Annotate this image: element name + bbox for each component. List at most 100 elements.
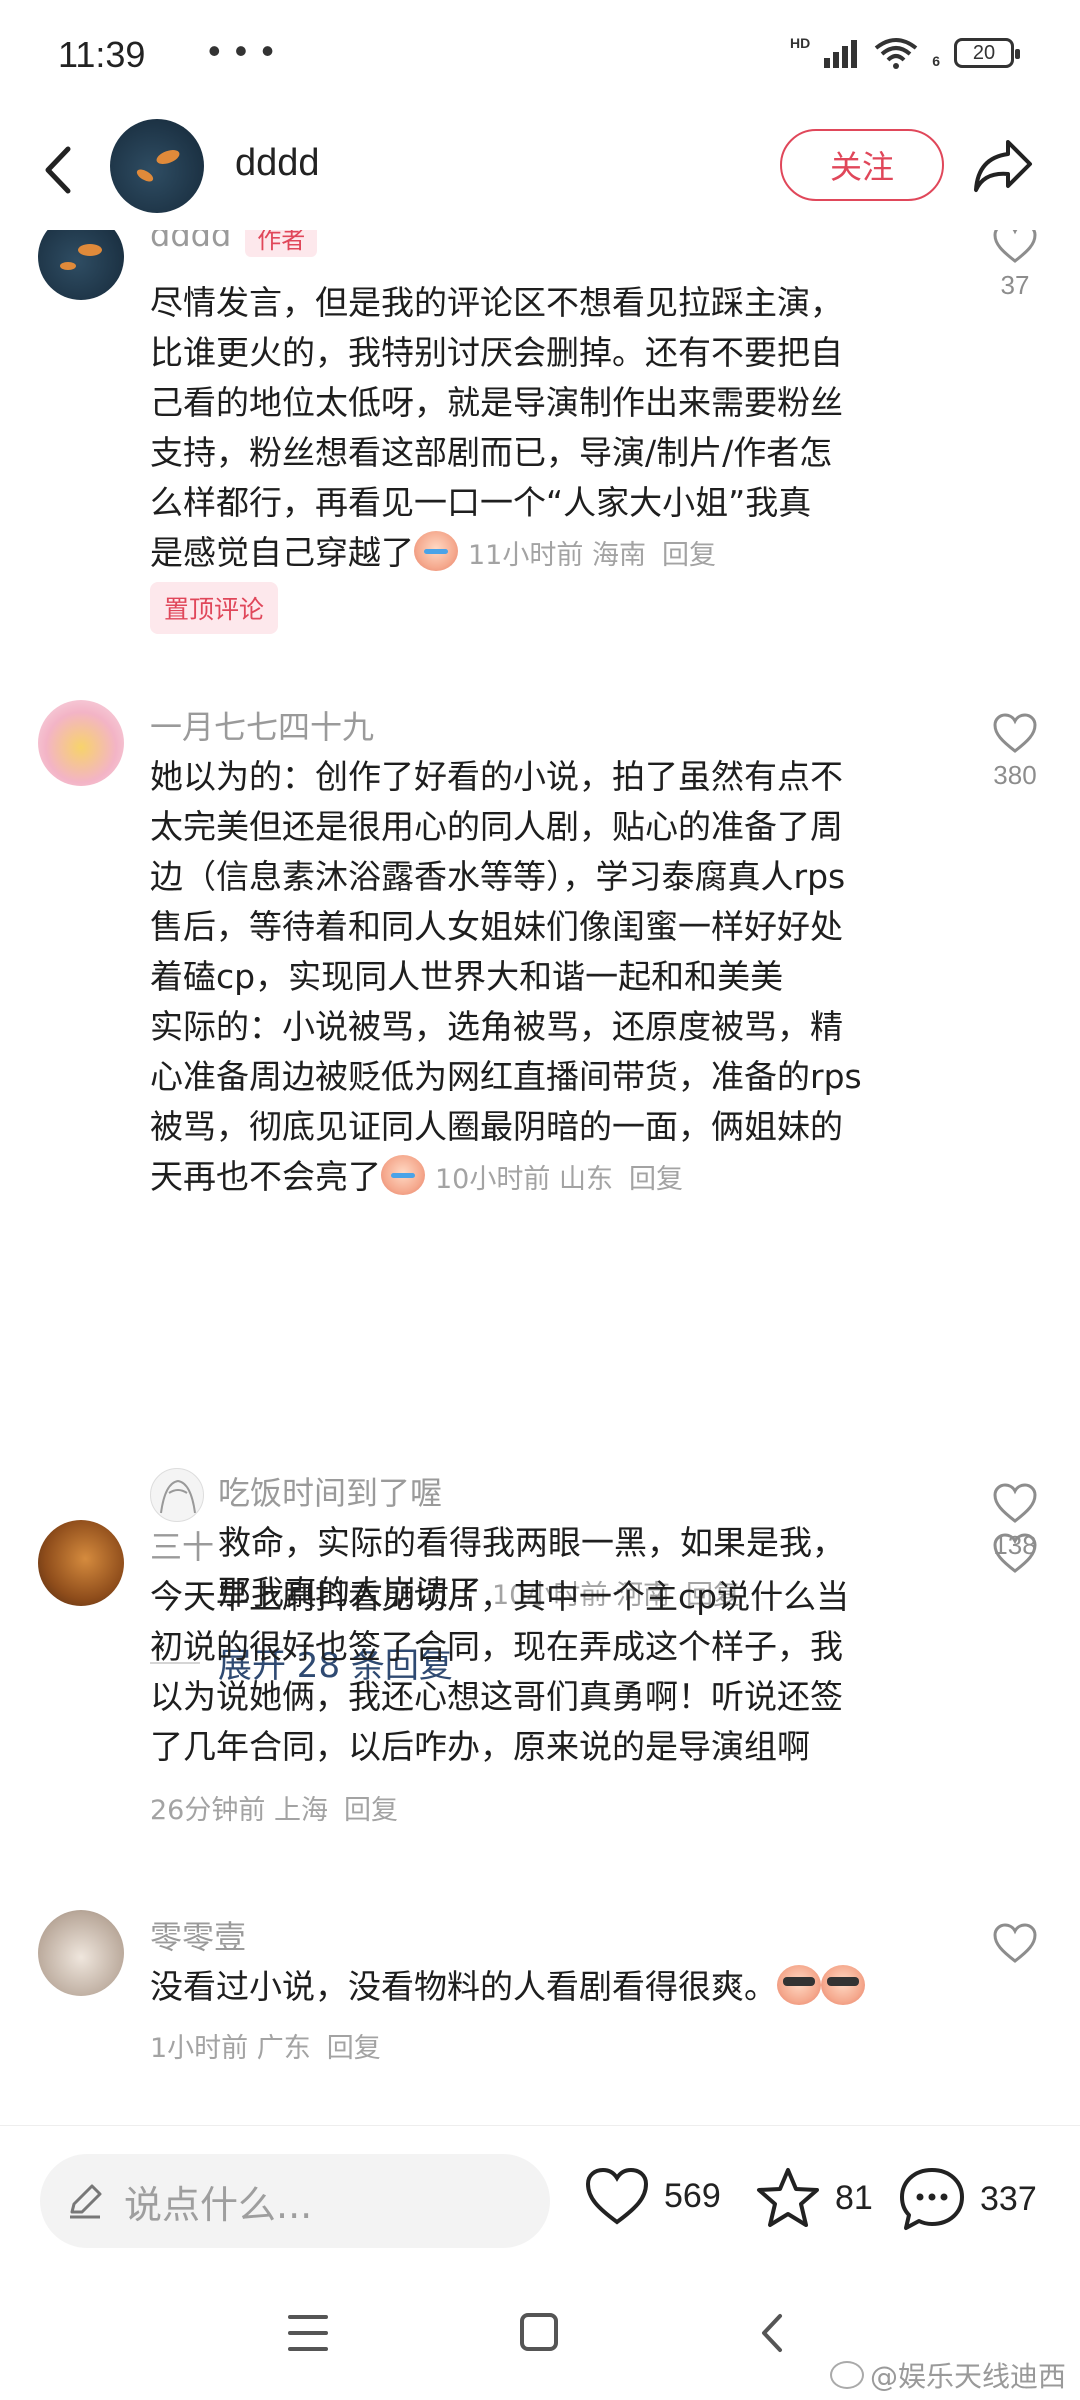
comment-line: 她以为的：创作了好看的小说，拍了虽然有点不 — [150, 757, 843, 796]
comment-list[interactable]: dddd 作者 尽情发言，但是我的评论区不想看见拉踩主演， 比谁更火的，我特别讨厌… — [0, 230, 1080, 2125]
watermark-text: @娱乐天线迪西 — [869, 2360, 1066, 2393]
comment-line: 么样都行，再看见一口一个“人家大小姐”我真 — [150, 483, 812, 522]
crying-emoji-icon — [414, 530, 458, 571]
heart-icon — [993, 230, 1037, 263]
author-badge: 作者 — [245, 230, 318, 257]
comment-time: 10小时前 — [435, 1164, 551, 1195]
star-icon — [757, 2168, 819, 2227]
comment-text: 她以为的：创作了好看的小说，拍了虽然有点不 太完美但还是很用心的同人剧，贴心的准… — [150, 752, 950, 1205]
comment-time: 11小时前 — [468, 540, 584, 571]
status-more-dots: • • • — [208, 30, 276, 71]
wifi-icon — [874, 38, 918, 69]
status-bar: 11:39 • • • HD 6 20 — [0, 0, 1080, 110]
nav-home-button[interactable] — [520, 2313, 558, 2351]
follow-button[interactable]: 关注 — [780, 129, 944, 201]
heart-icon — [993, 713, 1037, 753]
comment-like-button[interactable] — [980, 1532, 1050, 1574]
comment-meta: 26分钟前 上海 回复 — [150, 1788, 398, 1827]
comment-post-button[interactable]: 337 — [898, 2166, 1037, 2232]
comment-line: 售后，等待着和同人女姐妹们像闺蜜一样好好处 — [150, 907, 843, 946]
comment-avatar[interactable] — [38, 700, 124, 786]
signal-icon — [824, 40, 858, 68]
comment-line: 初说的很好也签了合同，现在弄成这个样子，我 — [150, 1627, 843, 1666]
back-button[interactable] — [30, 135, 90, 205]
share-icon — [974, 140, 1032, 192]
comment-location: 山东 — [558, 1164, 613, 1195]
favorite-post-button[interactable]: 81 — [755, 2166, 873, 2230]
network-type-label: HD — [789, 35, 811, 51]
comment-line: 己看的地位太低呀，就是导演制作出来需要粉丝 — [150, 383, 843, 422]
comment-line: 今天早上刷抖看见切片，其中一个主cp说什么当 — [150, 1577, 850, 1616]
comment-meta: 11小时前 海南 回复 — [468, 540, 716, 571]
comment-like-count: 37 — [1000, 270, 1030, 300]
reply-button[interactable]: 回复 — [344, 1795, 398, 1826]
reply-button[interactable]: 回复 — [629, 1164, 683, 1195]
heart-icon — [585, 2167, 649, 2225]
comment-input-placeholder[interactable]: 说点什么... — [124, 2174, 312, 2229]
like-post-button[interactable]: 569 — [584, 2166, 721, 2226]
reply-button[interactable]: 回复 — [327, 2033, 381, 2064]
comment-line: 边（信息素沐浴露香水等等），学习泰腐真人rps — [150, 857, 846, 896]
author-avatar[interactable] — [110, 119, 204, 213]
comment-meta: 10小时前 山东 回复 — [435, 1164, 683, 1195]
sketch-avatar-icon — [160, 1479, 196, 1514]
comment-location: 海南 — [591, 540, 646, 571]
comment-location: 广东 — [256, 2033, 311, 2064]
battery-level: 20 — [972, 41, 996, 64]
comment-line: 着磕cp，实现同人世界大和谐一起和和美美 — [150, 957, 784, 996]
pinned-badge: 置顶评论 — [150, 582, 279, 634]
reply-line: 救命，实际的看得我两眼一黑，如果是我， — [218, 1523, 845, 1562]
reply-username[interactable]: 吃饭时间到了喔 — [218, 1468, 442, 1514]
status-time: 11:39 — [58, 34, 146, 75]
system-nav-bar: @娱乐天线迪西 — [0, 2275, 1080, 2400]
nav-menu-button[interactable] — [288, 2315, 328, 2351]
wifi-band-label: 6 — [932, 53, 940, 69]
comment-avatar[interactable] — [38, 1520, 124, 1606]
pencil-icon — [70, 2184, 102, 2219]
comment-username[interactable]: 三十 — [150, 1522, 214, 1568]
nav-back-button[interactable] — [752, 2310, 792, 2356]
comment-line: 支持，粉丝想看这部剧而已，导演/制片/作者怎 — [150, 433, 833, 472]
comment-line: 实际的：小说被骂，选角被骂，还原度被骂，精 — [150, 1007, 843, 1046]
chevron-left-icon — [762, 2314, 782, 2352]
comment-text: 没看过小说，没看物料的人看剧看得很爽。 — [150, 1962, 950, 2012]
reply-avatar[interactable] — [150, 1468, 204, 1522]
battery-icon: 20 — [954, 38, 1020, 68]
sunglasses-emoji-icon — [821, 1964, 865, 2005]
chat-bubble-icon — [900, 2168, 964, 2230]
reply-button[interactable]: 回复 — [662, 540, 716, 571]
comment-avatar[interactable] — [38, 1910, 124, 1996]
comment-meta: 1小时前 广东 回复 — [150, 2026, 381, 2065]
comment-line: 尽情发言，但是我的评论区不想看见拉踩主演， — [150, 283, 843, 322]
comment-line: 了几年合同，以后咋办，原来说的是导演组啊 — [150, 1727, 810, 1766]
header: dddd 关注 — [0, 110, 1080, 230]
comment-input[interactable]: 说点什么... — [40, 2154, 550, 2248]
comment-like-button[interactable]: 37 — [980, 230, 1050, 301]
comment-like-button[interactable]: 380 — [980, 712, 1050, 791]
comment-username[interactable]: 零零壹 — [150, 1912, 246, 1958]
heart-icon — [993, 1533, 1037, 1573]
comment-text: 尽情发言，但是我的评论区不想看见拉踩主演， 比谁更火的，我特别讨厌会删掉。还有不… — [150, 278, 950, 581]
comment-username[interactable]: 一月七七四十九 — [150, 702, 374, 748]
comment-line: 天再也不会亮了 — [150, 1157, 381, 1196]
sunglasses-emoji-icon — [777, 1964, 821, 2005]
comment-like-count: 380 — [993, 760, 1037, 790]
author-name[interactable]: dddd — [235, 142, 320, 185]
comment-text: 今天早上刷抖看见切片，其中一个主cp说什么当 初说的很好也签了合同，现在弄成这个… — [150, 1572, 950, 1772]
comment-username[interactable]: dddd 作者 — [150, 230, 318, 257]
comment-line: 心准备周边被贬低为网红直播间带货，准备的rps — [150, 1057, 862, 1096]
share-button[interactable] — [970, 132, 1036, 198]
comment-time: 26分钟前 — [150, 1795, 266, 1826]
comment-line: 以为说她俩，我还心想这哥们真勇啊！听说还签 — [150, 1677, 843, 1716]
heart-icon — [993, 1923, 1037, 1963]
comment-line: 是感觉自己穿越了 — [150, 533, 414, 572]
comment-line: 太完美但还是很用心的同人剧，贴心的准备了周 — [150, 807, 843, 846]
comment-line: 没看过小说，没看物料的人看剧看得很爽。 — [150, 1967, 777, 2006]
weibo-logo-icon — [829, 2361, 864, 2389]
post-like-count: 569 — [664, 2176, 721, 2215]
bottom-action-bar: 说点什么... 569 81 337 — [0, 2125, 1080, 2275]
comment-like-button[interactable] — [980, 1922, 1050, 1964]
comment-username-text[interactable]: dddd — [150, 230, 231, 254]
comment-avatar[interactable] — [38, 230, 124, 300]
comment-line: 比谁更火的，我特别讨厌会删掉。还有不要把自 — [150, 333, 843, 372]
